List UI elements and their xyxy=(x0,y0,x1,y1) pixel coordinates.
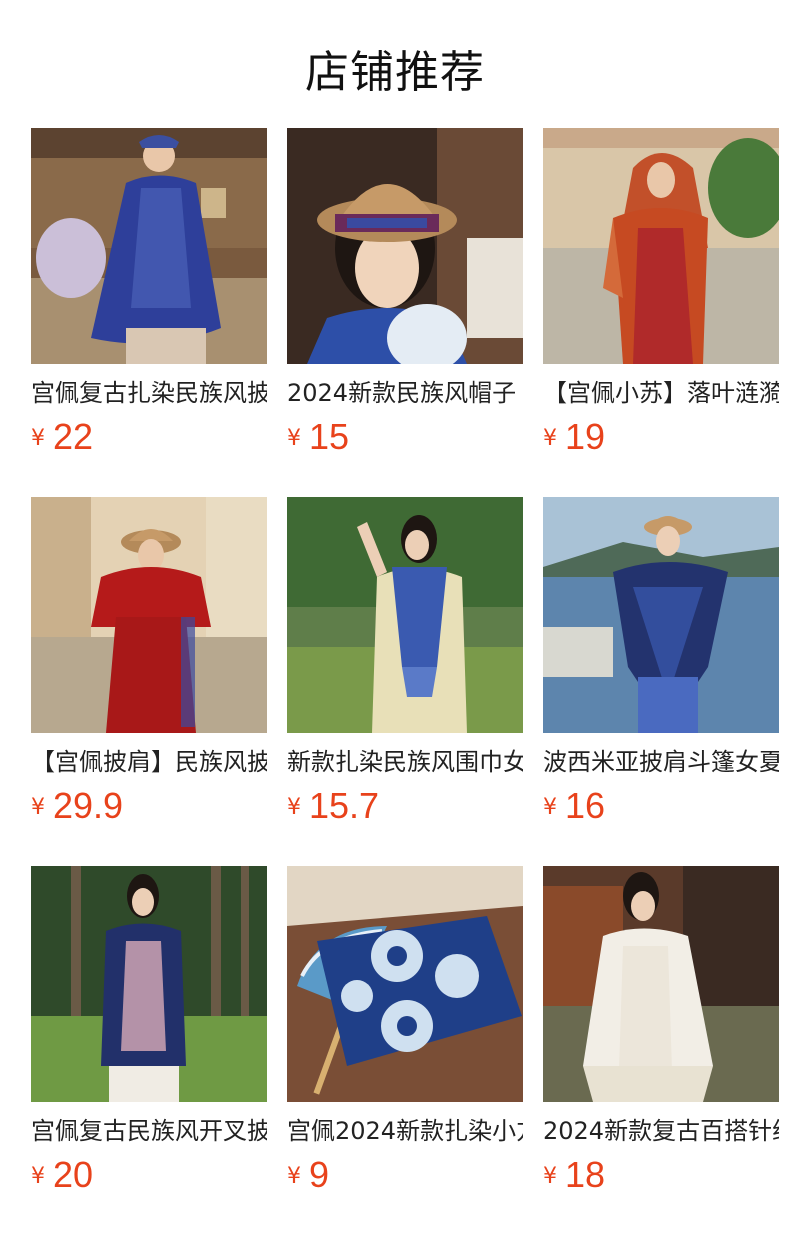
currency-symbol: ¥ xyxy=(31,426,45,451)
price-value: 22 xyxy=(53,416,94,457)
product-card[interactable]: 宫佩复古民族风开叉披肩 ¥20 xyxy=(31,866,267,1195)
product-image[interactable] xyxy=(31,866,267,1102)
product-title[interactable]: 【宫佩披肩】民族风披肩 xyxy=(31,747,267,777)
currency-symbol: ¥ xyxy=(287,426,301,451)
product-image[interactable] xyxy=(287,497,523,733)
price-value: 18 xyxy=(565,1154,606,1195)
product-card[interactable]: 2024新款民族风帽子 ¥15 xyxy=(287,128,523,457)
product-card[interactable]: 波西米亚披肩斗篷女夏 ¥16 xyxy=(543,497,779,826)
currency-symbol: ¥ xyxy=(543,426,557,451)
product-image[interactable] xyxy=(31,128,267,364)
product-image[interactable] xyxy=(287,128,523,364)
product-title[interactable]: 2024新款复古百搭针织披肩 xyxy=(543,1116,779,1146)
product-image[interactable] xyxy=(31,497,267,733)
price-value: 29.9 xyxy=(53,785,124,826)
currency-symbol: ¥ xyxy=(287,795,301,820)
product-price: ¥9 xyxy=(287,1154,329,1196)
price-value: 20 xyxy=(53,1154,94,1195)
product-card[interactable]: 宫佩复古扎染民族风披肩 ¥22 xyxy=(31,128,267,457)
price-value: 16 xyxy=(565,785,606,826)
currency-symbol: ¥ xyxy=(287,1164,301,1189)
currency-symbol: ¥ xyxy=(31,1164,45,1189)
product-card[interactable]: 宫佩2024新款扎染小方巾 ¥9 xyxy=(287,866,523,1195)
product-image[interactable] xyxy=(287,866,523,1102)
product-price: ¥15 xyxy=(287,416,349,458)
price-value: 15 xyxy=(309,416,350,457)
currency-symbol: ¥ xyxy=(543,795,557,820)
product-card[interactable]: 新款扎染民族风围巾女 ¥15.7 xyxy=(287,497,523,826)
product-title[interactable]: 宫佩复古民族风开叉披肩 xyxy=(31,1116,267,1146)
currency-symbol: ¥ xyxy=(543,1164,557,1189)
product-price: ¥16 xyxy=(543,785,605,827)
product-card[interactable]: 【宫佩小苏】落叶涟漪 ¥19 xyxy=(543,128,779,457)
product-title[interactable]: 新款扎染民族风围巾女 xyxy=(287,747,523,777)
price-value: 15.7 xyxy=(309,785,380,826)
product-price: ¥19 xyxy=(543,416,605,458)
product-title[interactable]: 2024新款民族风帽子 xyxy=(287,378,523,408)
product-card[interactable]: 【宫佩披肩】民族风披肩 ¥29.9 xyxy=(31,497,267,826)
product-title[interactable]: 波西米亚披肩斗篷女夏 xyxy=(543,747,779,777)
product-image[interactable] xyxy=(543,866,779,1102)
price-value: 9 xyxy=(309,1154,330,1195)
product-price: ¥29.9 xyxy=(31,785,123,827)
product-title[interactable]: 宫佩复古扎染民族风披肩 xyxy=(31,378,267,408)
product-title[interactable]: 【宫佩小苏】落叶涟漪 xyxy=(543,378,779,408)
product-price: ¥15.7 xyxy=(287,785,379,827)
product-price: ¥18 xyxy=(543,1154,605,1196)
product-image[interactable] xyxy=(543,128,779,364)
currency-symbol: ¥ xyxy=(31,795,45,820)
page-title: 店铺推荐 xyxy=(305,47,485,98)
product-image[interactable] xyxy=(543,497,779,733)
product-grid: 宫佩复古扎染民族风披肩 ¥22 2024新款民族风帽子 ¥15 xyxy=(31,128,779,1195)
product-title[interactable]: 宫佩2024新款扎染小方巾 xyxy=(287,1116,523,1146)
product-card[interactable]: 2024新款复古百搭针织披肩 ¥18 xyxy=(543,866,779,1195)
product-price: ¥22 xyxy=(31,416,93,458)
price-value: 19 xyxy=(565,416,606,457)
product-price: ¥20 xyxy=(31,1154,93,1196)
